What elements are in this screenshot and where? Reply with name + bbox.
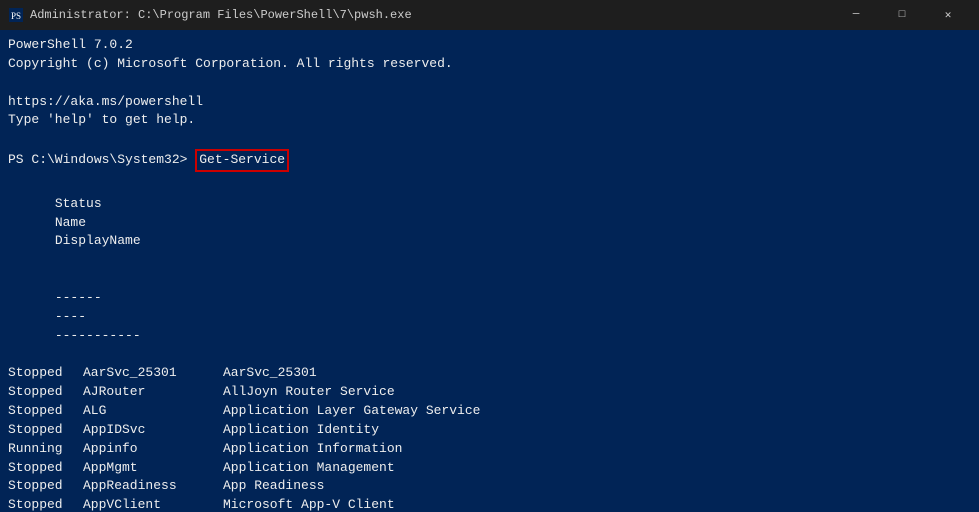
service-display: App Readiness <box>223 477 324 496</box>
service-name: Appinfo <box>83 440 223 459</box>
table-row: StoppedALGApplication Layer Gateway Serv… <box>8 402 971 421</box>
intro-line: Copyright (c) Microsoft Corporation. All… <box>8 55 971 74</box>
service-display: Application Management <box>223 459 395 478</box>
service-display: Application Identity <box>223 421 379 440</box>
svg-text:PS: PS <box>11 11 21 21</box>
close-button[interactable]: ✕ <box>925 0 971 30</box>
service-status: Stopped <box>8 496 83 512</box>
prompt-line: PS C:\Windows\System32 > Get-Service <box>8 149 971 172</box>
table-row: StoppedAJRouterAllJoyn Router Service <box>8 383 971 402</box>
command-text: Get-Service <box>195 149 289 172</box>
table-row: StoppedAppReadinessApp Readiness <box>8 477 971 496</box>
sep-status: ------ <box>55 289 130 308</box>
maximize-button[interactable]: □ <box>879 0 925 30</box>
header-display: DisplayName <box>55 232 141 251</box>
table-row: StoppedAarSvc_25301AarSvc_25301 <box>8 364 971 383</box>
sep-name: ---- <box>55 308 195 327</box>
service-status: Stopped <box>8 402 83 421</box>
table-row: StoppedAppMgmtApplication Management <box>8 459 971 478</box>
service-name: AppIDSvc <box>83 421 223 440</box>
service-display: Application Layer Gateway Service <box>223 402 480 421</box>
service-name: AJRouter <box>83 383 223 402</box>
header-name: Name <box>55 214 195 233</box>
service-display: Application Information <box>223 440 402 459</box>
service-name: AarSvc_25301 <box>83 364 223 383</box>
table-row: StoppedAppVClientMicrosoft App-V Client <box>8 496 971 512</box>
window-title: Administrator: C:\Program Files\PowerShe… <box>30 8 833 22</box>
intro-line: PowerShell 7.0.2 <box>8 36 971 55</box>
service-status: Stopped <box>8 383 83 402</box>
intro-line: Type 'help' to get help. <box>8 111 971 130</box>
terminal-window: PowerShell 7.0.2Copyright (c) Microsoft … <box>0 30 979 512</box>
service-status: Stopped <box>8 421 83 440</box>
service-status: Running <box>8 440 83 459</box>
service-name: AppReadiness <box>83 477 223 496</box>
table-row: StoppedAppIDSvcApplication Identity <box>8 421 971 440</box>
service-display: AarSvc_25301 <box>223 364 317 383</box>
table-separator: ------ ---- ----------- <box>8 270 971 364</box>
service-display: AllJoyn Router Service <box>223 383 395 402</box>
table-row: RunningAppinfoApplication Information <box>8 440 971 459</box>
service-status: Stopped <box>8 477 83 496</box>
minimize-button[interactable]: ─ <box>833 0 879 30</box>
intro-line: https://aka.ms/powershell <box>8 93 971 112</box>
service-status: Stopped <box>8 459 83 478</box>
intro-section: PowerShell 7.0.2Copyright (c) Microsoft … <box>8 36 971 149</box>
service-list: StoppedAarSvc_25301AarSvc_25301StoppedAJ… <box>8 364 971 512</box>
intro-line <box>8 130 971 149</box>
service-status: Stopped <box>8 364 83 383</box>
prompt-separator: > <box>180 151 196 170</box>
prompt-text: PS C:\Windows\System32 <box>8 151 180 170</box>
app-icon: PS <box>8 7 24 23</box>
window-controls: ─ □ ✕ <box>833 0 971 30</box>
service-name: AppVClient <box>83 496 223 512</box>
intro-line <box>8 74 971 93</box>
table-header: Status Name DisplayName <box>8 176 971 270</box>
service-display: Microsoft App-V Client <box>223 496 395 512</box>
service-name: ALG <box>83 402 223 421</box>
header-status: Status <box>55 195 130 214</box>
sep-display: ----------- <box>55 327 141 346</box>
output-section: Status Name DisplayName ------ ---- ----… <box>8 176 971 512</box>
service-name: AppMgmt <box>83 459 223 478</box>
titlebar: PS Administrator: C:\Program Files\Power… <box>0 0 979 30</box>
